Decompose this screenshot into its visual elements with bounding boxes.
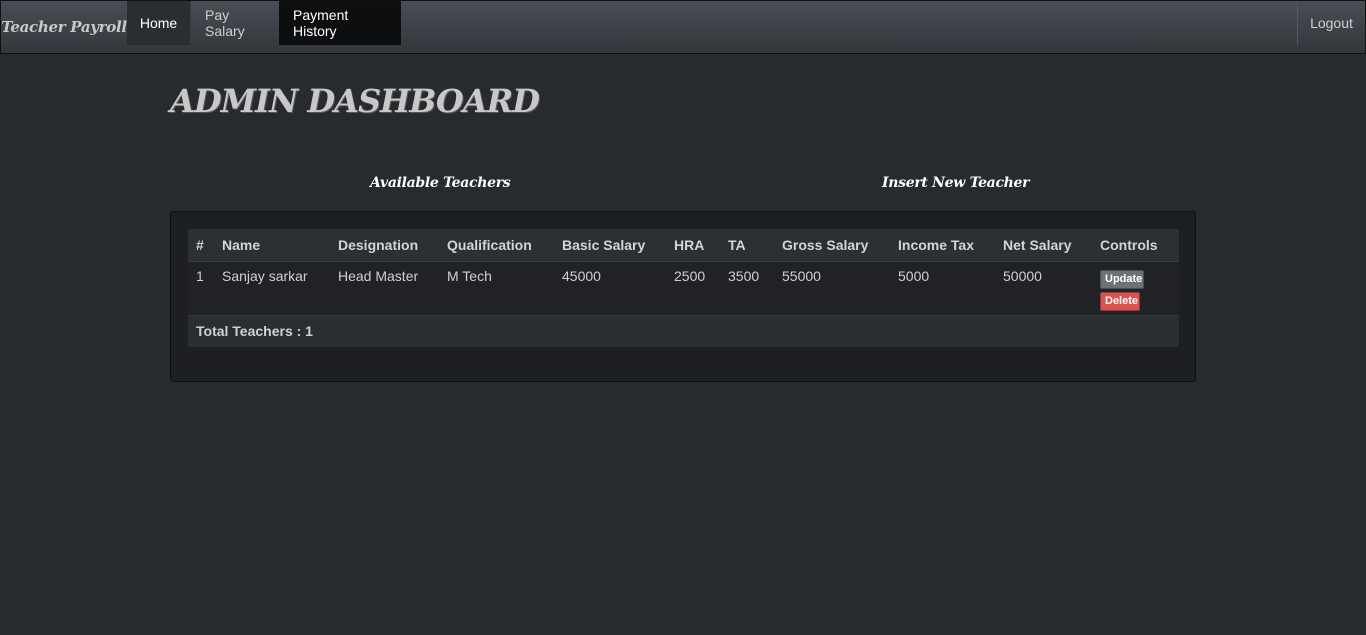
insert-new-teacher-link[interactable]: Insert New Teacher: [882, 175, 1030, 191]
cell-controls: Update Delete: [1092, 261, 1179, 316]
teachers-panel: # Name Designation Qualification Basic S…: [170, 211, 1196, 382]
col-header-basic-salary: Basic Salary: [554, 229, 666, 262]
nav-pay-salary[interactable]: Pay Salary: [190, 1, 279, 45]
col-header-ta: TA: [720, 229, 774, 262]
col-header-gross-salary: Gross Salary: [774, 229, 890, 262]
cell-ta: 3500: [720, 261, 774, 316]
cell-income-tax: 5000: [890, 261, 995, 316]
update-button[interactable]: Update: [1100, 269, 1144, 289]
page-title: ADMIN DASHBOARD: [170, 82, 540, 120]
cell-hra: 2500: [666, 261, 720, 316]
col-header-income-tax: Income Tax: [890, 229, 995, 262]
col-header-controls: Controls: [1092, 229, 1179, 262]
col-header-qualification: Qualification: [439, 229, 554, 262]
col-header-designation: Designation: [330, 229, 439, 262]
cell-index: 1: [188, 261, 214, 316]
table-header-row: # Name Designation Qualification Basic S…: [188, 229, 1179, 262]
nav-payment-history[interactable]: Payment History: [279, 1, 401, 45]
teachers-table: # Name Designation Qualification Basic S…: [188, 229, 1179, 347]
table-row: 1 Sanjay sarkar Head Master M Tech 45000…: [188, 261, 1179, 316]
table-total-row: Total Teachers : 1: [188, 315, 1179, 347]
cell-designation: Head Master: [330, 261, 439, 316]
cell-gross-salary: 55000: [774, 261, 890, 316]
col-header-name: Name: [214, 229, 330, 262]
nav-home[interactable]: Home: [127, 1, 190, 45]
logout-link[interactable]: Logout: [1297, 1, 1365, 45]
cell-qualification: M Tech: [439, 261, 554, 316]
brand-logo[interactable]: Teacher Payroll: [1, 1, 127, 53]
available-teachers-link[interactable]: Available Teachers: [370, 175, 511, 191]
cell-name: Sanjay sarkar: [214, 261, 330, 316]
col-header-index: #: [188, 229, 214, 262]
col-header-hra: HRA: [666, 229, 720, 262]
total-teachers: Total Teachers : 1: [188, 315, 1179, 347]
col-header-net-salary: Net Salary: [995, 229, 1092, 262]
cell-basic-salary: 45000: [554, 261, 666, 316]
cell-net-salary: 50000: [995, 261, 1092, 316]
delete-button[interactable]: Delete: [1100, 291, 1140, 311]
navbar: Teacher Payroll Home Pay Salary Payment …: [0, 0, 1366, 54]
